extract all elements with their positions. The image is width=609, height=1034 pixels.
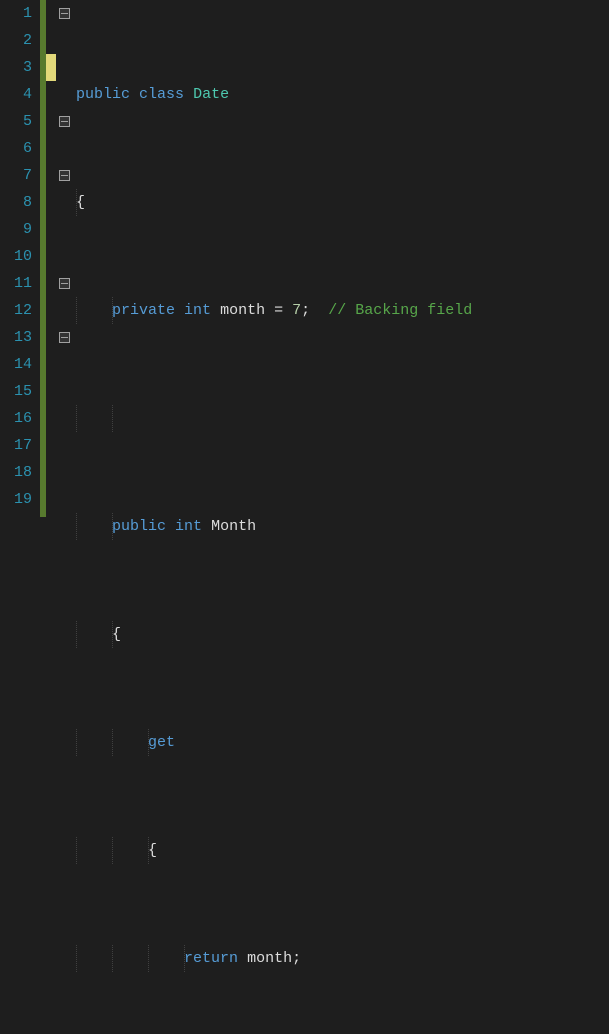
line-number[interactable]: 16 xyxy=(0,405,32,432)
line-number[interactable]: 17 xyxy=(0,432,32,459)
line-number[interactable]: 2 xyxy=(0,27,32,54)
line-number[interactable]: 14 xyxy=(0,351,32,378)
line-number[interactable]: 10 xyxy=(0,243,32,270)
comment: // Backing field xyxy=(328,302,472,319)
code-line[interactable]: { xyxy=(72,621,609,648)
keyword-type: int xyxy=(184,302,211,319)
line-number[interactable]: 11 xyxy=(0,270,32,297)
line-number[interactable]: 3 xyxy=(0,54,32,81)
line-number-gutter: 1 2 3 4 5 6 7 8 9 10 11 12 13 14 15 16 1… xyxy=(0,0,40,517)
semicolon: ; xyxy=(292,950,301,967)
line-number[interactable]: 4 xyxy=(0,81,32,108)
keyword: public xyxy=(76,86,130,103)
keyword-type: int xyxy=(175,518,202,535)
modified-line-marker xyxy=(46,54,56,81)
code-line[interactable]: return month; xyxy=(72,945,609,972)
code-line[interactable]: public class Date xyxy=(72,81,609,108)
keyword: public xyxy=(112,518,166,535)
line-number[interactable]: 13 xyxy=(0,324,32,351)
property-name: Month xyxy=(211,518,256,535)
selection-margin xyxy=(46,0,56,517)
line-number[interactable]: 6 xyxy=(0,135,32,162)
brace: { xyxy=(76,194,85,211)
collapse-icon[interactable] xyxy=(59,332,70,343)
outlining-margin xyxy=(56,0,72,517)
collapse-icon[interactable] xyxy=(59,116,70,127)
keyword: return xyxy=(184,950,238,967)
type-name: Date xyxy=(193,86,229,103)
keyword: get xyxy=(148,734,175,751)
code-editor: 1 2 3 4 5 6 7 8 9 10 11 12 13 14 15 16 1… xyxy=(0,0,609,517)
code-text-area[interactable]: public class Date { private int month = … xyxy=(72,0,609,517)
code-line[interactable] xyxy=(72,405,609,432)
line-number[interactable]: 19 xyxy=(0,486,32,513)
line-number[interactable]: 1 xyxy=(0,0,32,27)
collapse-icon[interactable] xyxy=(59,278,70,289)
code-line[interactable]: private int month = 7; // Backing field xyxy=(72,297,609,324)
operator: = xyxy=(274,302,283,319)
collapse-icon[interactable] xyxy=(59,170,70,181)
brace: { xyxy=(148,842,157,859)
keyword: class xyxy=(139,86,184,103)
field-name: month xyxy=(247,950,292,967)
line-number[interactable]: 5 xyxy=(0,108,32,135)
field-name: month xyxy=(220,302,265,319)
semicolon: ; xyxy=(301,302,310,319)
number-literal: 7 xyxy=(292,302,301,319)
line-number[interactable]: 9 xyxy=(0,216,32,243)
collapse-icon[interactable] xyxy=(59,8,70,19)
code-line[interactable]: public int Month xyxy=(72,513,609,540)
keyword: private xyxy=(112,302,175,319)
code-line[interactable]: { xyxy=(72,837,609,864)
brace: { xyxy=(112,626,121,643)
line-number[interactable]: 7 xyxy=(0,162,32,189)
code-line[interactable]: get xyxy=(72,729,609,756)
line-number[interactable]: 18 xyxy=(0,459,32,486)
line-number[interactable]: 15 xyxy=(0,378,32,405)
line-number[interactable]: 12 xyxy=(0,297,32,324)
line-number[interactable]: 8 xyxy=(0,189,32,216)
code-line[interactable]: { xyxy=(72,189,609,216)
